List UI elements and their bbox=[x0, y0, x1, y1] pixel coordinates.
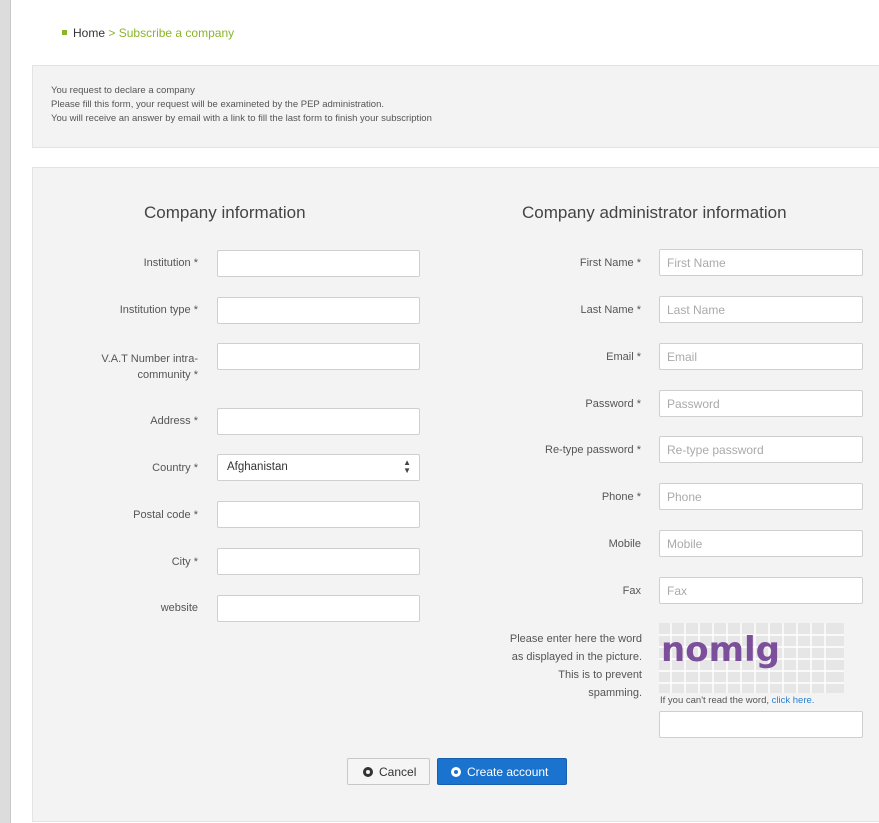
address-label: Address * bbox=[150, 415, 198, 427]
institution-type-label: Institution type * bbox=[119, 304, 198, 316]
notice-line-3: You will receive an answer by email with… bbox=[51, 113, 432, 124]
phone-input[interactable] bbox=[659, 483, 863, 510]
password-label: Password * bbox=[585, 398, 641, 410]
country-select[interactable]: Afghanistan ▲ ▼ bbox=[217, 454, 420, 481]
admin-info-title: Company administrator information bbox=[522, 203, 787, 222]
fax-input[interactable] bbox=[659, 577, 863, 604]
cancel-button[interactable]: Cancel bbox=[347, 758, 430, 785]
notice-line-1: You request to declare a company bbox=[51, 85, 195, 96]
website-label: website bbox=[160, 602, 198, 614]
address-input[interactable] bbox=[217, 408, 420, 435]
fax-label: Fax bbox=[622, 585, 641, 597]
phone-label: Phone * bbox=[601, 491, 641, 503]
website-input[interactable] bbox=[217, 595, 420, 622]
breadcrumb: Home > Subscribe a company bbox=[62, 26, 234, 40]
postal-code-label: Postal code * bbox=[133, 509, 198, 521]
email-label: Email * bbox=[606, 351, 641, 363]
institution-type-input[interactable] bbox=[217, 297, 420, 324]
circle-icon bbox=[451, 766, 461, 777]
country-label: Country * bbox=[152, 462, 198, 474]
email-input[interactable] bbox=[659, 343, 863, 370]
vat-label-line-1: V.A.T Number intra- bbox=[101, 353, 198, 365]
first-name-input[interactable] bbox=[659, 249, 863, 276]
vat-label: V.A.T Number intra- community * bbox=[60, 351, 198, 383]
institution-input[interactable] bbox=[217, 250, 420, 277]
notice-box: You request to declare a company Please … bbox=[32, 65, 879, 148]
last-name-input[interactable] bbox=[659, 296, 863, 323]
mobile-input[interactable] bbox=[659, 530, 863, 557]
circle-icon bbox=[363, 766, 373, 777]
first-name-label: First Name * bbox=[579, 257, 641, 269]
left-rail bbox=[0, 0, 11, 823]
captcha-word: nomlg bbox=[661, 630, 780, 670]
retype-password-input[interactable] bbox=[659, 436, 863, 463]
vat-label-line-2: community * bbox=[137, 369, 198, 381]
select-arrows-icon: ▲ ▼ bbox=[403, 458, 411, 475]
captcha-hint-text: If you can't read the word, bbox=[660, 695, 770, 706]
vat-number-input[interactable] bbox=[217, 343, 420, 370]
city-input[interactable] bbox=[217, 548, 420, 575]
breadcrumb-current: Subscribe a company bbox=[118, 26, 235, 40]
notice-line-2: Please fill this form, your request will… bbox=[51, 99, 385, 110]
captcha-image: nomlg bbox=[659, 623, 844, 693]
company-info-title: Company information bbox=[144, 203, 306, 222]
captcha-hint: If you can't read the word, click here. bbox=[660, 695, 814, 706]
cancel-button-label: Cancel bbox=[379, 764, 417, 779]
institution-label: Institution * bbox=[143, 257, 198, 269]
mobile-label: Mobile bbox=[608, 538, 641, 550]
last-name-label: Last Name * bbox=[580, 304, 641, 316]
captcha-instructions: Please enter here the word as displayed … bbox=[494, 630, 642, 702]
city-label: City * bbox=[171, 556, 198, 568]
captcha-refresh-link[interactable]: click here. bbox=[772, 695, 815, 706]
captcha-line-3: This is to prevent bbox=[558, 669, 642, 681]
captcha-line-4: spamming. bbox=[588, 687, 642, 699]
breadcrumb-separator: > bbox=[108, 26, 116, 40]
retype-password-label: Re-type password * bbox=[545, 444, 641, 456]
captcha-line-2: as displayed in the picture. bbox=[511, 651, 642, 663]
captcha-line-1: Please enter here the word bbox=[509, 633, 642, 645]
country-select-value: Afghanistan bbox=[227, 461, 288, 473]
breadcrumb-home-link[interactable]: Home bbox=[73, 26, 105, 40]
create-account-button-label: Create account bbox=[467, 764, 549, 779]
create-account-button[interactable]: Create account bbox=[437, 758, 567, 785]
captcha-input[interactable] bbox=[659, 711, 863, 738]
postal-code-input[interactable] bbox=[217, 501, 420, 528]
password-input[interactable] bbox=[659, 390, 863, 417]
bullet-icon bbox=[62, 30, 67, 36]
